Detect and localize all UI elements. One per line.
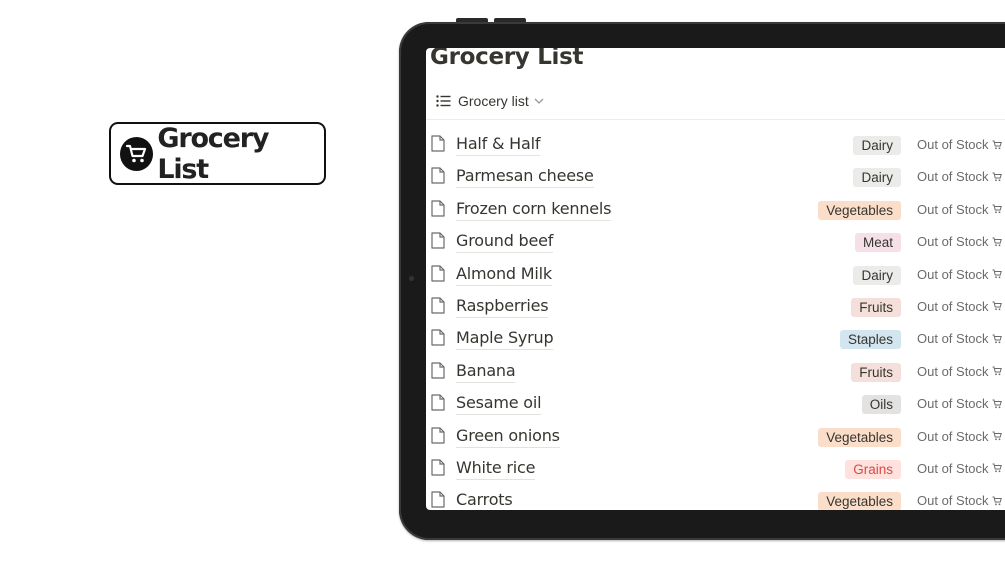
list-item[interactable]: Green onions Vegetables Out of Stock <box>426 421 1005 453</box>
chevron-down-icon <box>534 98 544 104</box>
category-tag: Dairy <box>853 265 901 285</box>
category-tag: Meat <box>854 233 901 253</box>
cart-icon <box>992 237 1002 247</box>
page-title: Grocery List <box>430 48 584 70</box>
stock-status: Out of Stock <box>917 396 1002 411</box>
stock-status-text: Out of Stock <box>917 460 989 476</box>
category-tag: Fruits <box>851 297 901 317</box>
category-tag: Vegetables <box>818 200 901 220</box>
stock-status-text: Out of Stock <box>917 331 989 347</box>
logo-text: Grocery List <box>157 122 269 185</box>
stock-status-text: Out of Stock <box>917 428 989 444</box>
cart-icon <box>992 334 1002 344</box>
list-item[interactable]: Parmesan cheese Dairy Out of Stock <box>426 161 1005 193</box>
category-tag: Fruits <box>851 362 901 382</box>
list-item[interactable]: Almond Milk Dairy Out of Stock <box>426 259 1005 291</box>
stock-status-text: Out of Stock <box>917 493 989 509</box>
cart-icon <box>992 172 1002 182</box>
page-icon <box>431 491 445 510</box>
list-item[interactable]: Ground beef Meat Out of Stock <box>426 226 1005 258</box>
grocery-list-logo-badge: Grocery List <box>109 122 326 185</box>
stock-status: Out of Stock <box>917 429 1002 444</box>
stock-status: Out of Stock <box>917 331 1002 346</box>
header-divider <box>426 119 1005 120</box>
view-label: Grocery list <box>458 93 529 109</box>
list-item[interactable]: Half & Half Dairy Out of Stock <box>426 129 1005 161</box>
stock-status: Out of Stock <box>917 493 1002 508</box>
item-name[interactable]: Ground beef <box>456 231 553 254</box>
stock-status-text: Out of Stock <box>917 266 989 282</box>
item-name[interactable]: Parmesan cheese <box>456 166 594 189</box>
view-selector[interactable]: Grocery list <box>436 90 544 112</box>
page-icon <box>431 394 445 416</box>
list-item[interactable]: Sesame oil Oils Out of Stock <box>426 388 1005 420</box>
item-name[interactable]: Carrots <box>456 490 513 510</box>
item-name[interactable]: Almond Milk <box>456 264 552 286</box>
list-item[interactable]: Banana Fruits Out of Stock <box>426 356 1005 388</box>
stock-status-text: Out of Stock <box>917 396 989 412</box>
stock-status: Out of Stock <box>917 234 1002 249</box>
page-icon <box>431 167 445 189</box>
cart-icon <box>992 301 1002 311</box>
tablet-camera <box>409 276 414 281</box>
category-tag: Dairy <box>853 168 901 188</box>
stock-status-text: Out of Stock <box>917 234 989 250</box>
item-name[interactable]: Raspberries <box>456 296 549 318</box>
page-icon <box>431 264 445 287</box>
item-name[interactable]: Green onions <box>456 426 560 448</box>
item-name[interactable]: White rice <box>456 458 535 480</box>
list-item[interactable]: White rice Grains Out of Stock <box>426 453 1005 485</box>
page-icon <box>431 362 445 384</box>
cart-icon <box>992 366 1002 376</box>
stock-status: Out of Stock <box>917 461 1002 476</box>
list-item[interactable]: Carrots Vegetables Out of Stock <box>426 485 1005 510</box>
category-tag: Staples <box>839 330 901 350</box>
tablet-screen: Grocery List Grocery list Half & Half Da… <box>426 48 1005 510</box>
page-icon <box>431 200 445 222</box>
shopping-cart-icon <box>120 136 154 171</box>
category-tag: Vegetables <box>818 492 901 510</box>
page-icon <box>431 297 445 319</box>
cart-icon <box>992 496 1002 506</box>
stock-status-text: Out of Stock <box>917 137 989 152</box>
stock-status: Out of Stock <box>917 267 1002 282</box>
stock-status-text: Out of Stock <box>917 298 989 314</box>
category-tag: Vegetables <box>818 427 901 447</box>
item-name[interactable]: Frozen corn kennels <box>456 199 611 221</box>
stock-status: Out of Stock <box>917 202 1002 217</box>
item-name[interactable]: Half & Half <box>456 134 540 156</box>
stock-status: Out of Stock <box>917 137 1002 152</box>
cart-icon <box>992 140 1002 150</box>
stock-status-text: Out of Stock <box>917 169 989 185</box>
category-tag: Oils <box>861 395 901 415</box>
stock-status: Out of Stock <box>917 169 1002 184</box>
item-name[interactable]: Maple Syrup <box>456 328 554 351</box>
cart-icon <box>992 463 1002 473</box>
page-icon <box>431 135 445 157</box>
cart-icon <box>992 269 1002 279</box>
page-icon <box>431 459 445 481</box>
list-item[interactable]: Maple Syrup Staples Out of Stock <box>426 323 1005 355</box>
item-name[interactable]: Banana <box>456 361 516 383</box>
page-icon <box>431 232 445 254</box>
page-icon <box>431 426 445 449</box>
stock-status: Out of Stock <box>917 364 1002 379</box>
stock-status-text: Out of Stock <box>917 201 989 217</box>
stock-status-text: Out of Stock <box>917 363 989 379</box>
list-icon <box>436 95 451 107</box>
category-tag: Grains <box>845 459 901 479</box>
list-item[interactable]: Frozen corn kennels Vegetables Out of St… <box>426 194 1005 226</box>
cart-icon <box>992 399 1002 409</box>
cart-icon <box>992 204 1002 214</box>
item-list: Half & Half Dairy Out of Stock Parmesan … <box>426 129 1005 510</box>
item-name[interactable]: Sesame oil <box>456 393 542 416</box>
list-item[interactable]: Raspberries Fruits Out of Stock <box>426 291 1005 323</box>
stock-status: Out of Stock <box>917 299 1002 314</box>
cart-icon <box>992 431 1002 441</box>
category-tag: Dairy <box>853 136 901 155</box>
page-icon <box>431 329 445 351</box>
